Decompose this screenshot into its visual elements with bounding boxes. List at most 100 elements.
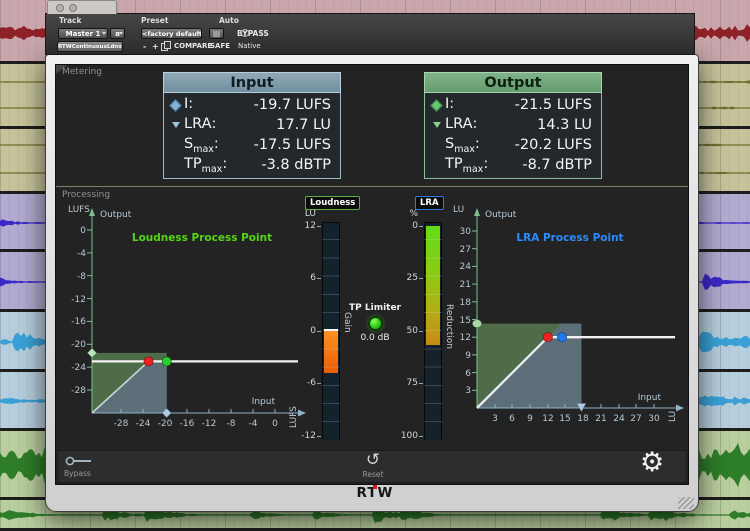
meter-row: Smax: -17.5 LUFS <box>164 135 340 155</box>
gain-meter-fill <box>324 331 338 373</box>
svg-text:9: 9 <box>527 414 533 424</box>
y-unit-label: LUFS <box>68 205 90 215</box>
format-label: Native <box>238 43 261 50</box>
svg-text:27: 27 <box>460 245 471 255</box>
meter-row: I: -19.7 LUFS <box>164 95 340 115</box>
plugin-header: Track Master 1 a RTWContinuousLdnsCntrl … <box>45 13 695 55</box>
meter-row: LRA: 14.3 LU <box>425 115 601 135</box>
x-unit-label: LUFS <box>289 406 299 428</box>
reset-label[interactable]: Reset <box>358 470 388 479</box>
meter-row: Smax: -20.2 LUFS <box>425 135 601 155</box>
meter-unit-label: % <box>398 209 418 219</box>
window-button[interactable] <box>56 4 64 12</box>
chevron-down-icon <box>102 32 106 35</box>
svg-text:18: 18 <box>460 298 472 308</box>
output-lra-marker[interactable] <box>473 320 482 328</box>
svg-text:-24: -24 <box>71 363 86 373</box>
track-selector[interactable]: Master 1 <box>58 28 108 39</box>
svg-text:-20: -20 <box>158 419 173 429</box>
output-lra-value: 14.3 LU <box>537 117 592 133</box>
y-axis-arrow <box>474 208 480 216</box>
output-point-handle[interactable] <box>557 333 566 342</box>
svg-text:12: 12 <box>460 333 471 343</box>
svg-text:30: 30 <box>648 414 660 424</box>
lra-triangle-icon <box>172 122 180 128</box>
output-smax-value: -20.2 LUFS <box>515 137 592 153</box>
input-metering-box: Input I: -19.7 LUFS LRA: 17.7 LU Smax: -… <box>163 72 341 179</box>
tp-limiter-label: TP Limiter <box>345 303 405 313</box>
gain-meter-zero-cap <box>324 329 338 331</box>
x-unit-label: LU <box>668 411 678 422</box>
svg-text:-4: -4 <box>249 419 258 429</box>
chevron-down-icon <box>196 32 200 35</box>
process-point-handle[interactable] <box>144 357 153 366</box>
preset-settings-icon[interactable] <box>241 29 249 37</box>
svg-text:-28: -28 <box>71 386 86 396</box>
gear-icon[interactable]: ⚙ <box>640 447 664 479</box>
y-axis-arrow <box>89 208 95 216</box>
tp-limiter: TP Limiter 0.0 dB <box>345 303 405 343</box>
automation-button[interactable]: a <box>110 28 125 39</box>
preset-plus-button[interactable]: + <box>152 43 159 51</box>
svg-text:-16: -16 <box>180 419 195 429</box>
svg-text:-4: -4 <box>77 249 86 259</box>
x-axis-arrow <box>676 405 684 412</box>
svg-text:18: 18 <box>577 414 589 424</box>
output-integrated-value: -21.5 LUFS <box>515 97 592 113</box>
svg-text:3: 3 <box>465 386 471 396</box>
x-tick-label: 3 <box>492 414 498 424</box>
resize-grip[interactable] <box>678 497 694 509</box>
input-axis-label: Input <box>638 393 662 403</box>
loudness-process-graph: 0 -4 -8 -12 -16 -20 -24 -28 -28 -24 -20 … <box>60 200 315 446</box>
svg-text:21: 21 <box>460 280 471 290</box>
svg-text:21: 21 <box>595 414 606 424</box>
svg-text:-12: -12 <box>202 419 217 429</box>
output-tpmax-value: -8.7 dBTP <box>522 157 592 173</box>
reset-icon[interactable]: ↺ <box>358 450 388 470</box>
lra-meter-title: LRA <box>415 196 444 210</box>
window-button[interactable] <box>69 4 77 12</box>
bypass-label[interactable]: Bypass <box>64 469 91 478</box>
plugin-selector[interactable]: RTWContinuousLdnsCntrl <box>57 41 123 52</box>
process-point-handle[interactable] <box>543 333 552 342</box>
meter-row: TPmax: -8.7 dBTP <box>425 155 601 175</box>
y-unit-label: LU <box>453 205 464 215</box>
svg-text:0: 0 <box>272 419 278 429</box>
track-section-label: Track <box>59 17 82 25</box>
svg-text:12: 12 <box>542 414 553 424</box>
lra-triangle-icon <box>433 122 441 128</box>
chevron-down-icon <box>119 32 123 35</box>
safe-button[interactable]: SAFE <box>210 43 230 50</box>
output-axis-label: Output <box>100 210 132 220</box>
x-tick-label: -28 <box>114 419 129 429</box>
svg-text:27: 27 <box>630 414 641 424</box>
svg-text:24: 24 <box>613 414 625 424</box>
loudness-meter-title: Loudness <box>305 196 360 210</box>
processing-section-label: Processing <box>62 190 110 200</box>
output-box-title: Output <box>424 72 602 93</box>
preset-section-label: Preset <box>141 17 168 25</box>
svg-text:-8: -8 <box>227 419 236 429</box>
preset-minus-button[interactable]: - <box>143 43 146 51</box>
svg-text:-12: -12 <box>71 295 86 305</box>
compare-button[interactable]: COMPARE <box>174 43 212 50</box>
preset-selector[interactable]: <factory default> <box>141 28 202 39</box>
input-axis-label: Input <box>252 397 276 407</box>
bypass-toggle-icon[interactable] <box>64 455 94 467</box>
logo-red-dot <box>373 485 377 489</box>
output-point-handle[interactable] <box>162 357 171 366</box>
svg-text:15: 15 <box>460 316 471 326</box>
screen: Track Master 1 a RTWContinuousLdnsCntrl … <box>0 0 750 531</box>
svg-text:6: 6 <box>465 369 471 379</box>
y-tick-label: 30 <box>460 227 472 237</box>
input-integrated-value: -19.7 LUFS <box>254 97 331 113</box>
integrated-diamond-icon <box>430 99 443 112</box>
meter-row: LRA: 17.7 LU <box>164 115 340 135</box>
graph-title: Loudness Process Point <box>132 232 272 244</box>
meter-row: TPmax: -3.8 dBTP <box>164 155 340 175</box>
svg-text:6: 6 <box>509 414 515 424</box>
copy-preset-icon[interactable] <box>161 43 168 51</box>
auto-enable-button[interactable] <box>209 28 224 39</box>
svg-text:-16: -16 <box>71 317 86 327</box>
meter-row: I: -21.5 LUFS <box>425 95 601 115</box>
